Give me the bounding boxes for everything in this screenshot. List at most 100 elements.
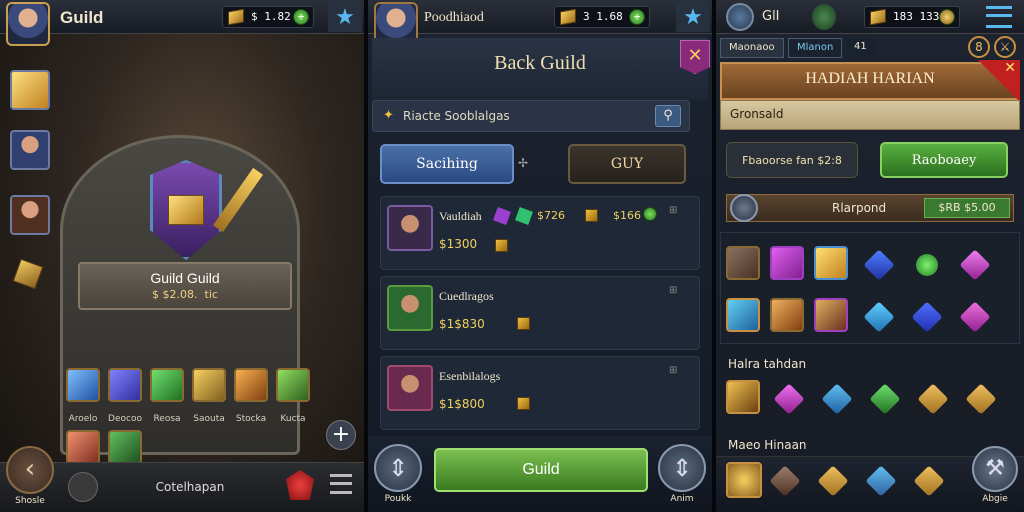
star-icon: ★	[335, 4, 355, 30]
menu-icon[interactable]	[330, 474, 352, 494]
guild-panel-left: Guild $ 1.82 + ★ Guild Guild $ $2.08. ti…	[0, 0, 364, 512]
green-crystal-icon[interactable]	[869, 383, 901, 415]
green-coin-icon	[643, 207, 657, 221]
gold-bar-slot[interactable]	[10, 70, 50, 110]
tab-3[interactable]: 41	[846, 38, 875, 58]
chevron-left-icon: ‹	[24, 454, 36, 484]
anvil-label: Abgie	[982, 494, 1008, 504]
favorite-button[interactable]: ★	[676, 2, 710, 32]
item-label-2: Deocoo	[108, 414, 142, 424]
sword-icon[interactable]: ⚔	[994, 36, 1016, 58]
more-icon[interactable]: ⊞	[669, 365, 677, 376]
top-bar	[368, 0, 712, 34]
filter-icon: ⚲	[663, 108, 673, 123]
member-portrait	[387, 365, 433, 411]
member-portrait	[387, 285, 433, 331]
reward-slot[interactable]	[726, 298, 760, 332]
item-label-4: Saouta	[193, 414, 225, 424]
reward-slot[interactable]	[814, 246, 848, 280]
reward-slot[interactable]	[726, 380, 760, 414]
member-row[interactable]: Cuedlragos $1$830 ⊞	[380, 276, 700, 350]
guild-name-plate: Guild Guild $ $2.08. tic	[78, 262, 292, 310]
reward-slot[interactable]	[726, 246, 760, 280]
gold-icon	[228, 8, 244, 26]
item-slot-7[interactable]	[66, 430, 100, 464]
reward-slot[interactable]	[814, 298, 848, 332]
cost-button[interactable]: Fbaoorse fan $2:8	[726, 142, 858, 178]
filter-button[interactable]: ⚲	[655, 105, 681, 127]
menu-icon[interactable]	[986, 6, 1012, 28]
blue-crystal-icon[interactable]	[821, 383, 853, 415]
gold-box-icon	[517, 317, 530, 330]
item-slot-5[interactable]	[234, 368, 268, 402]
anvil-button[interactable]: ⚒	[972, 446, 1018, 492]
close-icon: ✕	[1004, 60, 1016, 76]
add-button[interactable]: +	[326, 420, 356, 450]
coin-icon[interactable]	[939, 9, 955, 25]
cost-label: Fbaoorse fan $2:8	[742, 153, 842, 167]
resource-counter: 3 1.68 +	[554, 6, 650, 28]
player-avatar[interactable]	[6, 2, 50, 46]
compass-icon[interactable]	[726, 3, 754, 31]
hero-slot-2[interactable]	[10, 195, 50, 235]
reward-slot[interactable]	[770, 298, 804, 332]
add-currency-icon[interactable]: +	[293, 9, 309, 25]
gold-icon	[560, 8, 576, 26]
arrows-icon: ⇕	[387, 454, 409, 482]
back-label: Shosle	[15, 496, 45, 506]
item-slot-8[interactable]	[108, 430, 142, 464]
section-title-2: Halra tahdan	[728, 357, 807, 371]
sparkle-icon: ✦	[383, 108, 394, 123]
left-action-label: Poukk	[384, 494, 412, 504]
tab-2[interactable]: Mlanon	[788, 38, 843, 58]
gold-box-icon	[585, 209, 598, 222]
gold-icon	[870, 8, 886, 26]
gold-bar-icon[interactable]	[917, 383, 949, 415]
bottom-text: Cotelhapan	[155, 480, 225, 494]
arrows-icon: ⇕	[671, 454, 693, 482]
favorite-button[interactable]: ★	[328, 2, 362, 32]
right-action-button[interactable]: ⇕	[658, 444, 706, 492]
claim-button[interactable]: Raoboaey	[880, 142, 1008, 178]
more-icon[interactable]: ⊞	[669, 205, 677, 216]
settings-icon[interactable]	[68, 472, 98, 502]
tab-guy[interactable]: GUY	[568, 144, 686, 184]
member-row[interactable]: Vauldiah $726 $166 $1300 ⊞	[380, 196, 700, 270]
guild-panel-middle: Poodhiaod 3 1.68 + ★ Back Guild ✕ ✦ Riac…	[368, 0, 712, 512]
back-button[interactable]: ‹	[6, 446, 54, 494]
info-icon[interactable]: 8	[968, 36, 990, 58]
header-title: GlI	[762, 9, 780, 24]
search-bar[interactable]: ✦ Riacte Sooblalgas ⚲	[372, 100, 690, 132]
guild-subtitle: $ $2.08. tic	[152, 288, 218, 301]
hero-slot-1[interactable]	[10, 130, 50, 170]
member-price: $1$830	[439, 317, 485, 331]
resource-value: $ 1.82	[251, 10, 291, 23]
left-action-button[interactable]: ⇕	[374, 444, 422, 492]
item-slot-1[interactable]	[66, 368, 100, 402]
resource-counter: 183 133	[864, 6, 960, 28]
member-row[interactable]: Esenbilalogs $1$800 ⊞	[380, 356, 700, 430]
guild-name: Guild Guild	[150, 270, 220, 286]
pink-crystal-icon[interactable]	[773, 383, 805, 415]
helmet-icon[interactable]	[812, 4, 836, 30]
coin-slot[interactable]	[726, 462, 762, 498]
tab-divider: ✢	[518, 156, 529, 170]
item-slot-3[interactable]	[150, 368, 184, 402]
tab-searching[interactable]: Sacihing	[380, 144, 514, 184]
item-slot-6[interactable]	[276, 368, 310, 402]
tab-1[interactable]: Maonaoo	[720, 38, 784, 58]
gear-icon	[730, 194, 758, 222]
search-text: Riacte Sooblalgas	[403, 109, 510, 123]
guild-button[interactable]: Guild	[434, 448, 648, 492]
guild-panel-right: GlI 183 133 Maonaoo Mlanon 41 8 ⚔ HADIAH…	[716, 0, 1024, 512]
reward-slot[interactable]	[770, 246, 804, 280]
add-currency-icon[interactable]: +	[629, 9, 645, 25]
more-icon[interactable]: ⊞	[669, 285, 677, 296]
item-slot-2[interactable]	[108, 368, 142, 402]
close-button[interactable]: ✕	[680, 40, 710, 74]
item-slot-4[interactable]	[192, 368, 226, 402]
gold-bar-icon[interactable]	[965, 383, 997, 415]
window-title: Back Guild	[494, 52, 586, 74]
bar-value: $RB $5.00	[924, 198, 1010, 218]
resource-counter: $ 1.82 +	[222, 6, 314, 28]
